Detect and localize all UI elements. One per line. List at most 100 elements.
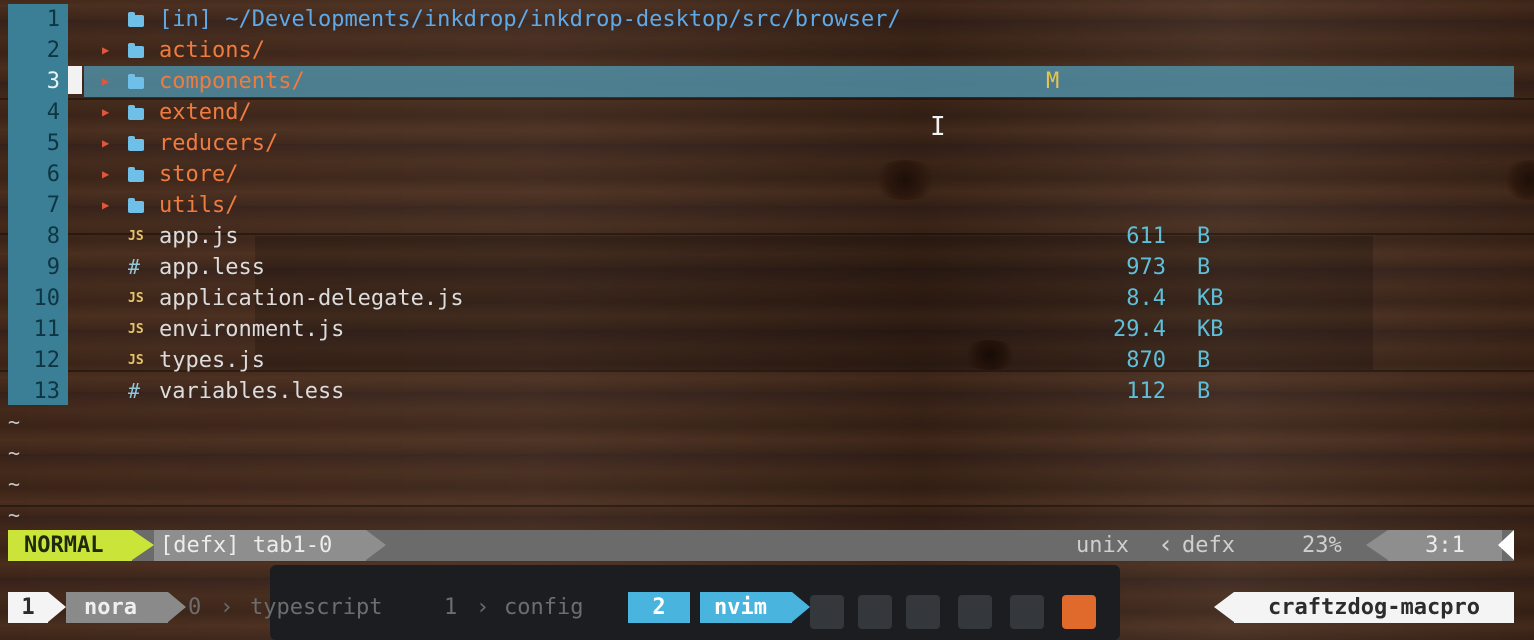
collapsed-arrow-icon[interactable]: ▶ [102,66,109,97]
js-file-icon: JS [128,322,144,337]
empty-line-marker: ~ [8,472,21,496]
directory-name[interactable]: actions/ [159,35,265,66]
powerline-separator [366,530,386,560]
line-number: 10 [33,286,61,311]
mode-indicator: NORMAL [8,530,132,561]
line-number: 9 [46,255,60,280]
list-item[interactable]: ▶ store/ [84,159,1514,190]
list-item[interactable]: JS types.js 870 B [84,345,1514,376]
text-cursor-icon: I [930,112,946,142]
buffer-name: [defx] tab1-0 [154,530,366,561]
directory-name[interactable]: extend/ [159,97,252,128]
file-size: 870 [1126,348,1166,373]
collapsed-arrow-icon[interactable]: ▶ [102,190,109,221]
powerline-separator [792,592,810,622]
tmux-active-window-name[interactable]: nvim [700,592,792,623]
line-number: 5 [46,131,60,156]
folder-icon [128,159,144,190]
list-item[interactable]: JS environment.js 29.4 KB [84,314,1514,345]
line-number: 8 [46,224,60,249]
tmux-active-window-index[interactable]: 2 [628,592,690,623]
line-number: 13 [33,379,61,404]
folder-icon [128,97,144,128]
line-number: 11 [33,317,61,342]
file-name[interactable]: app.less [159,252,265,283]
list-item[interactable]: JS application-delegate.js 8.4 KB [84,283,1514,314]
collapsed-arrow-icon[interactable]: ▶ [102,128,109,159]
line-number: 4 [46,100,60,125]
folder-icon [128,128,144,159]
scroll-percent: 23% [1302,533,1342,558]
list-item-selected[interactable]: ▶ components/ M [84,66,1514,97]
directory-name[interactable]: components/ [159,66,305,97]
file-size-unit: B [1197,348,1211,373]
folder-icon [128,35,144,66]
line-number: 2 [46,38,60,63]
chevron-right-icon: › [220,595,234,620]
file-name[interactable]: variables.less [159,376,344,407]
tmux-window-name[interactable]: config [504,592,583,623]
less-file-icon: # [128,255,141,279]
file-type: defx [1182,533,1235,558]
empty-line-marker: ~ [8,441,21,465]
line-number: 1 [46,7,60,32]
file-name[interactable]: application-delegate.js [159,283,464,314]
list-item[interactable]: ▶ extend/ [84,97,1514,128]
file-size: 8.4 [1126,286,1166,311]
js-file-icon: JS [128,353,144,368]
current-directory-path: [in] ~/Developments/inkdrop/inkdrop-desk… [159,7,901,32]
list-item[interactable]: # app.less 973 B [84,252,1514,283]
directory-name[interactable]: utils/ [159,190,238,221]
powerline-separator [48,592,66,622]
file-size-unit: B [1197,379,1211,404]
cursor-block [68,66,82,94]
folder-open-icon [128,4,144,35]
wood-seam [0,505,1534,507]
file-size: 611 [1126,224,1166,249]
list-item[interactable]: # variables.less 112 B [84,376,1514,407]
tmux-window-index[interactable]: 1 [444,592,457,623]
list-item[interactable]: ▶ actions/ [84,35,1514,66]
current-line-number: 3 [46,69,60,94]
less-file-icon: # [128,379,141,403]
collapsed-arrow-icon[interactable]: ▶ [102,35,109,66]
powerline-separator [168,592,186,622]
list-item[interactable]: ▶ reducers/ [84,128,1514,159]
tmux-session-name: nora [66,592,168,623]
powerline-separator [1214,592,1234,622]
powerline-separator [132,530,154,560]
powerline-separator [1498,530,1514,560]
tmux-hostname: craftzdog-macpro [1234,592,1514,623]
powerline-separator [1366,530,1388,560]
separator-icon: ‹ [1158,530,1174,560]
file-size: 112 [1126,379,1166,404]
file-size-unit: B [1197,255,1211,280]
directory-name[interactable]: reducers/ [159,128,278,159]
file-size: 973 [1126,255,1166,280]
file-size-unit: B [1197,224,1211,249]
chevron-right-icon: › [476,595,490,620]
folder-icon [128,190,144,221]
folder-icon [128,66,144,97]
js-file-icon: JS [128,291,144,306]
line-number: 7 [46,193,60,218]
collapsed-arrow-icon[interactable]: ▶ [102,97,109,128]
list-item[interactable]: ▶ utils/ [84,190,1514,221]
file-size-unit: KB [1197,317,1224,342]
js-file-icon: JS [128,229,144,244]
tmux-window-index[interactable]: 0 [188,592,201,623]
tmux-window-name[interactable]: typescript [250,592,382,623]
statusline: NORMAL [defx] tab1-0 unix ‹ defx 23% 3:1 [8,530,1514,561]
collapsed-arrow-icon[interactable]: ▶ [102,159,109,190]
file-name[interactable]: app.js [159,221,238,252]
git-modified-flag: M [1046,69,1060,94]
directory-name[interactable]: store/ [159,159,238,190]
file-name[interactable]: environment.js [159,314,344,345]
tmux-session-index: 1 [8,592,48,623]
tmux-status-bar: 1 nora 0 › typescript 1 › config 2 nvim … [8,592,1514,623]
list-item[interactable]: JS app.js 611 B [84,221,1514,252]
file-name[interactable]: types.js [159,345,265,376]
empty-line-marker: ~ [8,503,21,527]
file-size: 29.4 [1113,317,1166,342]
defx-header: [in] ~/Developments/inkdrop/inkdrop-desk… [84,4,1514,35]
